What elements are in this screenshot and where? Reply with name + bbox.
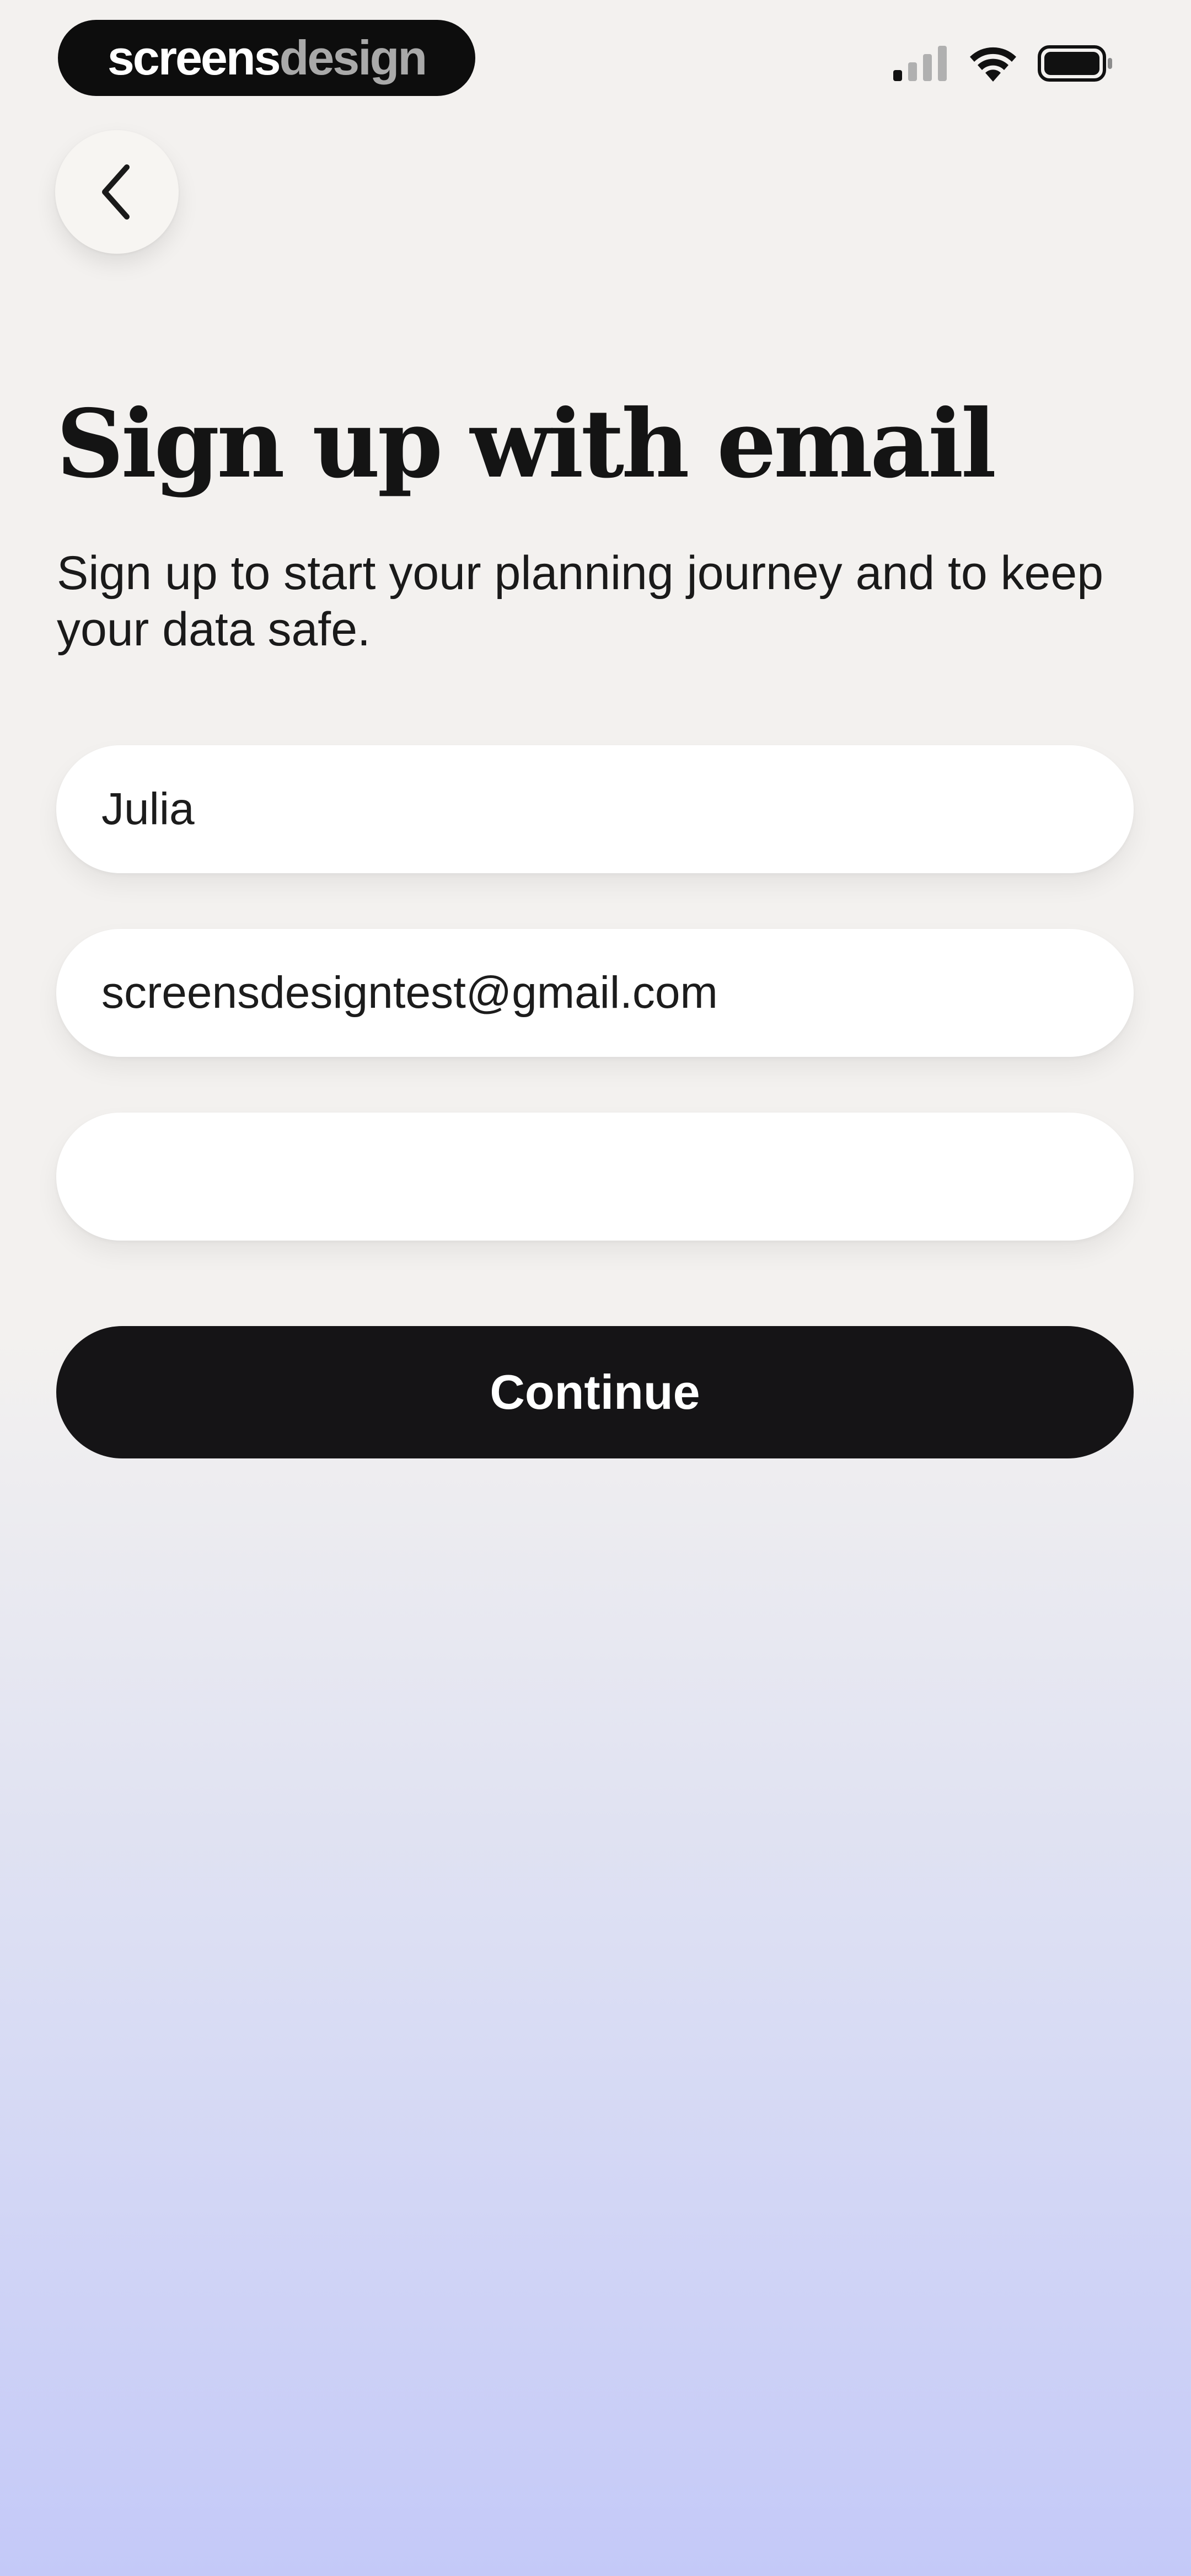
battery-icon bbox=[1038, 45, 1112, 82]
email-field-value: screensdesigntest@gmail.com bbox=[101, 968, 718, 1018]
status-icons bbox=[893, 45, 1114, 82]
name-field[interactable]: Julia bbox=[56, 745, 1134, 873]
brand-logo-primary: screens bbox=[107, 30, 281, 85]
brand-logo: screens design bbox=[58, 20, 475, 96]
email-field[interactable]: screensdesigntest@gmail.com bbox=[56, 929, 1134, 1057]
name-field-value: Julia bbox=[101, 784, 195, 834]
brand-logo-secondary: design bbox=[279, 30, 428, 85]
back-button[interactable] bbox=[55, 130, 179, 254]
page-title: Sign up with email bbox=[56, 389, 996, 499]
chevron-left-icon bbox=[102, 164, 130, 220]
password-field[interactable] bbox=[56, 1113, 1134, 1241]
continue-button-label: Continue bbox=[490, 1365, 700, 1419]
status-bar: screens design bbox=[0, 0, 1191, 110]
wifi-icon bbox=[970, 47, 1016, 82]
cellular-signal-icon bbox=[893, 46, 947, 81]
page-subtitle: Sign up to start your planning journey a… bbox=[57, 547, 1104, 656]
continue-button[interactable]: Continue bbox=[56, 1326, 1134, 1458]
